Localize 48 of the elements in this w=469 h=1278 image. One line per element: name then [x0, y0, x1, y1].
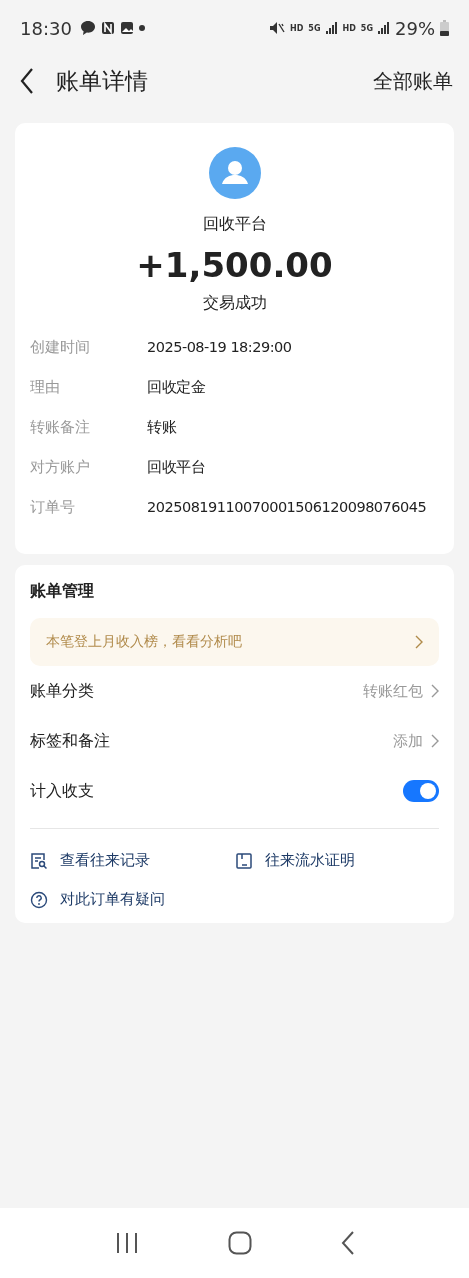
signal-icon [378, 22, 390, 34]
detail-label: 订单号 [30, 498, 76, 517]
detail-label: 理由 [30, 378, 61, 397]
network-label: HD [342, 23, 356, 33]
setting-label: 账单分类 [30, 680, 95, 702]
detail-value: 回收平台 [147, 458, 206, 477]
mute-icon [269, 21, 285, 35]
setting-label: 计入收支 [30, 780, 95, 802]
toggle-switch[interactable] [403, 780, 439, 802]
document-icon [234, 851, 253, 870]
recent-apps-icon[interactable] [114, 1232, 139, 1254]
avatar-icon [208, 147, 261, 199]
chevron-icon [415, 635, 423, 649]
battery-level: 29% [395, 17, 435, 39]
detail-value: 回收定金 [147, 378, 206, 397]
detail-value: 2025-08-19 18:29:00 [147, 338, 293, 357]
nfc-icon [100, 21, 115, 35]
back-icon[interactable] [20, 68, 34, 94]
action-link[interactable]: 往来流水证明 [234, 851, 439, 870]
setting-label: 标签和备注 [30, 730, 111, 752]
dot-icon [138, 25, 145, 31]
status-time: 18:30 [20, 17, 72, 39]
action-link[interactable]: 对此订单有疑问 [30, 890, 235, 909]
network-label: 5G [308, 23, 321, 33]
detail-value: 转账 [147, 418, 177, 437]
back-icon[interactable] [340, 1231, 355, 1255]
record-search-icon [30, 851, 48, 870]
chat-icon [79, 20, 96, 36]
chevron-icon[interactable] [431, 734, 439, 748]
battery-icon [440, 20, 449, 36]
network-label: HD [290, 23, 304, 33]
transaction-status: 交易成功 [202, 293, 267, 314]
section-title: 账单管理 [30, 581, 95, 602]
image-icon [119, 21, 134, 35]
detail-label: 对方账户 [30, 458, 91, 477]
amount: +1,500.00 [136, 245, 333, 285]
counterparty-name: 回收平台 [202, 214, 267, 235]
signal-icon [325, 22, 338, 34]
detail-label: 创建时间 [30, 338, 91, 357]
detail-value: 20250819110070001506120098076045 [147, 498, 428, 517]
chevron-icon[interactable] [431, 684, 439, 698]
home-icon[interactable] [227, 1231, 252, 1255]
page-title: 账单详情 [56, 66, 148, 96]
network-label: 5G [360, 23, 373, 33]
all-bills-link[interactable]: 全部账单 [373, 67, 453, 95]
detail-label: 转账备注 [30, 418, 91, 437]
help-icon [30, 890, 48, 909]
action-link[interactable]: 查看往来记录 [30, 851, 235, 870]
